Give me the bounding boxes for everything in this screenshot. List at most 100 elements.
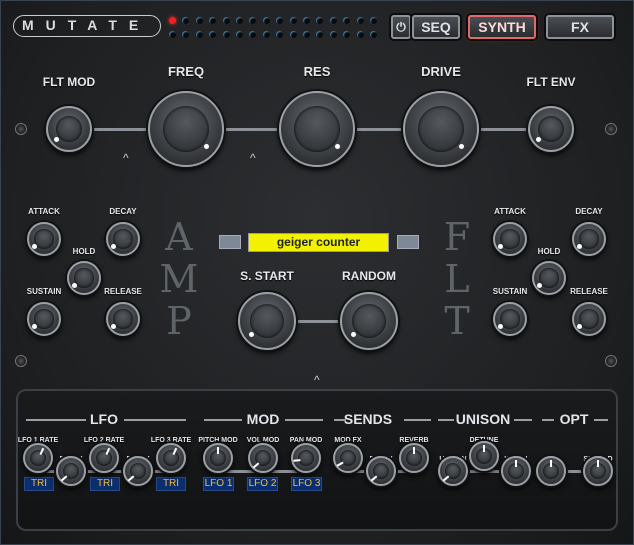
spread-knob[interactable] [583,456,613,486]
knob-cap [95,449,113,467]
knob-indicator [537,283,543,289]
expand-chevron[interactable]: ^ [250,151,256,165]
expand-chevron[interactable]: ^ [314,373,320,387]
flt-sustain-knob[interactable] [493,302,527,336]
flt-letter: L [444,257,470,301]
knob-indicator [498,244,504,250]
lfo1-shape[interactable]: TRI [24,477,54,491]
flt-attack-knob[interactable] [493,222,527,256]
flt-mod-knob[interactable] [46,106,92,152]
tab-synth[interactable]: SYNTH [468,15,536,39]
drive-knob[interactable] [403,91,479,167]
amp-letter: A [165,215,193,259]
lfo2-rate-knob[interactable] [89,443,119,473]
freq-label: FREQ [167,64,205,79]
amp-decay-knob[interactable] [106,222,140,256]
flt-hold-label: HOLD [537,247,561,256]
vel-knob[interactable] [536,456,566,486]
knob-indicator [32,244,38,250]
step-led [249,31,257,38]
knob-cap [579,309,599,329]
knob-indicator [550,460,552,467]
knob-cap [297,449,315,467]
pan-mod-source[interactable]: LFO 3 [291,477,322,491]
lfo3-shape[interactable]: TRI [156,477,186,491]
delay-knob[interactable] [366,456,396,486]
next-sample-button[interactable] [397,235,419,249]
section-sends: SENDS [343,411,393,427]
knob-cap [539,268,559,288]
step-led [249,17,257,24]
step-led [195,31,203,38]
detune-knob[interactable] [469,441,499,471]
flt-env-label: FLT ENV [526,75,576,89]
step-led [236,31,243,38]
amp-attack-knob[interactable] [27,222,61,256]
step-led [222,31,230,38]
knob-indicator [60,475,68,482]
pitch-mod-knob[interactable] [203,443,233,473]
lfo2-shape[interactable]: TRI [90,477,120,491]
step-led [370,17,377,24]
reverb-knob[interactable] [399,443,429,473]
knob-indicator [577,244,583,250]
pitch-mod-source[interactable]: LFO 1 [203,477,234,491]
knob-cap [162,449,180,467]
knob-indicator [577,324,583,330]
flt-env-knob[interactable] [528,106,574,152]
step-led [370,31,377,38]
knob-cap [500,309,520,329]
expand-chevron[interactable]: ^ [123,151,129,165]
section-lfo: LFO [90,411,118,427]
knob-cap [162,105,210,153]
random-knob[interactable] [340,292,398,350]
lfo1-rate-knob[interactable] [23,443,53,473]
knob-cap [29,449,47,467]
step-led [316,31,324,38]
unison-knob[interactable] [438,456,468,486]
mod-fx-knob[interactable] [333,443,363,473]
res-knob[interactable] [279,91,355,167]
delay1-knob[interactable] [56,456,86,486]
step-led [343,31,351,38]
power-button[interactable]: ⏻ [391,15,411,39]
lfo3-rate-knob[interactable] [156,443,186,473]
flt-attack-label: ATTACK [494,207,526,216]
width-knob[interactable] [501,456,531,486]
step-led [316,17,324,24]
vol-mod-knob[interactable] [248,443,278,473]
amp-sustain-knob[interactable] [27,302,61,336]
s-start-label: S. START [240,269,294,283]
knob-indicator [111,324,117,330]
divider [542,419,554,421]
knob-indicator [335,144,341,150]
flt-letter: F [443,215,471,259]
pan-mod-knob[interactable] [291,443,321,473]
vol-mod-source[interactable]: LFO 2 [247,477,278,491]
section-opt: OPT [559,411,589,427]
knob-cap [537,115,565,143]
delay2-knob[interactable] [123,456,153,486]
knob-cap [579,229,599,249]
knob-indicator [32,324,38,330]
flt-release-knob[interactable] [572,302,606,336]
amp-release-knob[interactable] [106,302,140,336]
step-led [209,31,217,38]
sample-display: geiger counter [248,233,389,252]
tab-fx[interactable]: FX [546,15,614,39]
prev-sample-button[interactable] [219,235,241,249]
flt-decay-label: DECAY [575,207,603,216]
mutate-synth-panel: MUTATE ⏻ SEQ SYNTH FX A M P F L T geiger… [0,0,634,545]
knob-indicator [370,475,378,482]
knob-indicator [483,445,485,452]
s-start-knob[interactable] [238,292,296,350]
section-unison: UNISON [455,411,511,427]
freq-knob[interactable] [148,91,224,167]
tab-seq[interactable]: SEQ [412,15,460,39]
flt-hold-knob[interactable] [532,261,566,295]
knob-cap [500,229,520,249]
knob-indicator [72,283,78,289]
flt-decay-knob[interactable] [572,222,606,256]
screw [605,355,617,367]
amp-hold-knob[interactable] [67,261,101,295]
